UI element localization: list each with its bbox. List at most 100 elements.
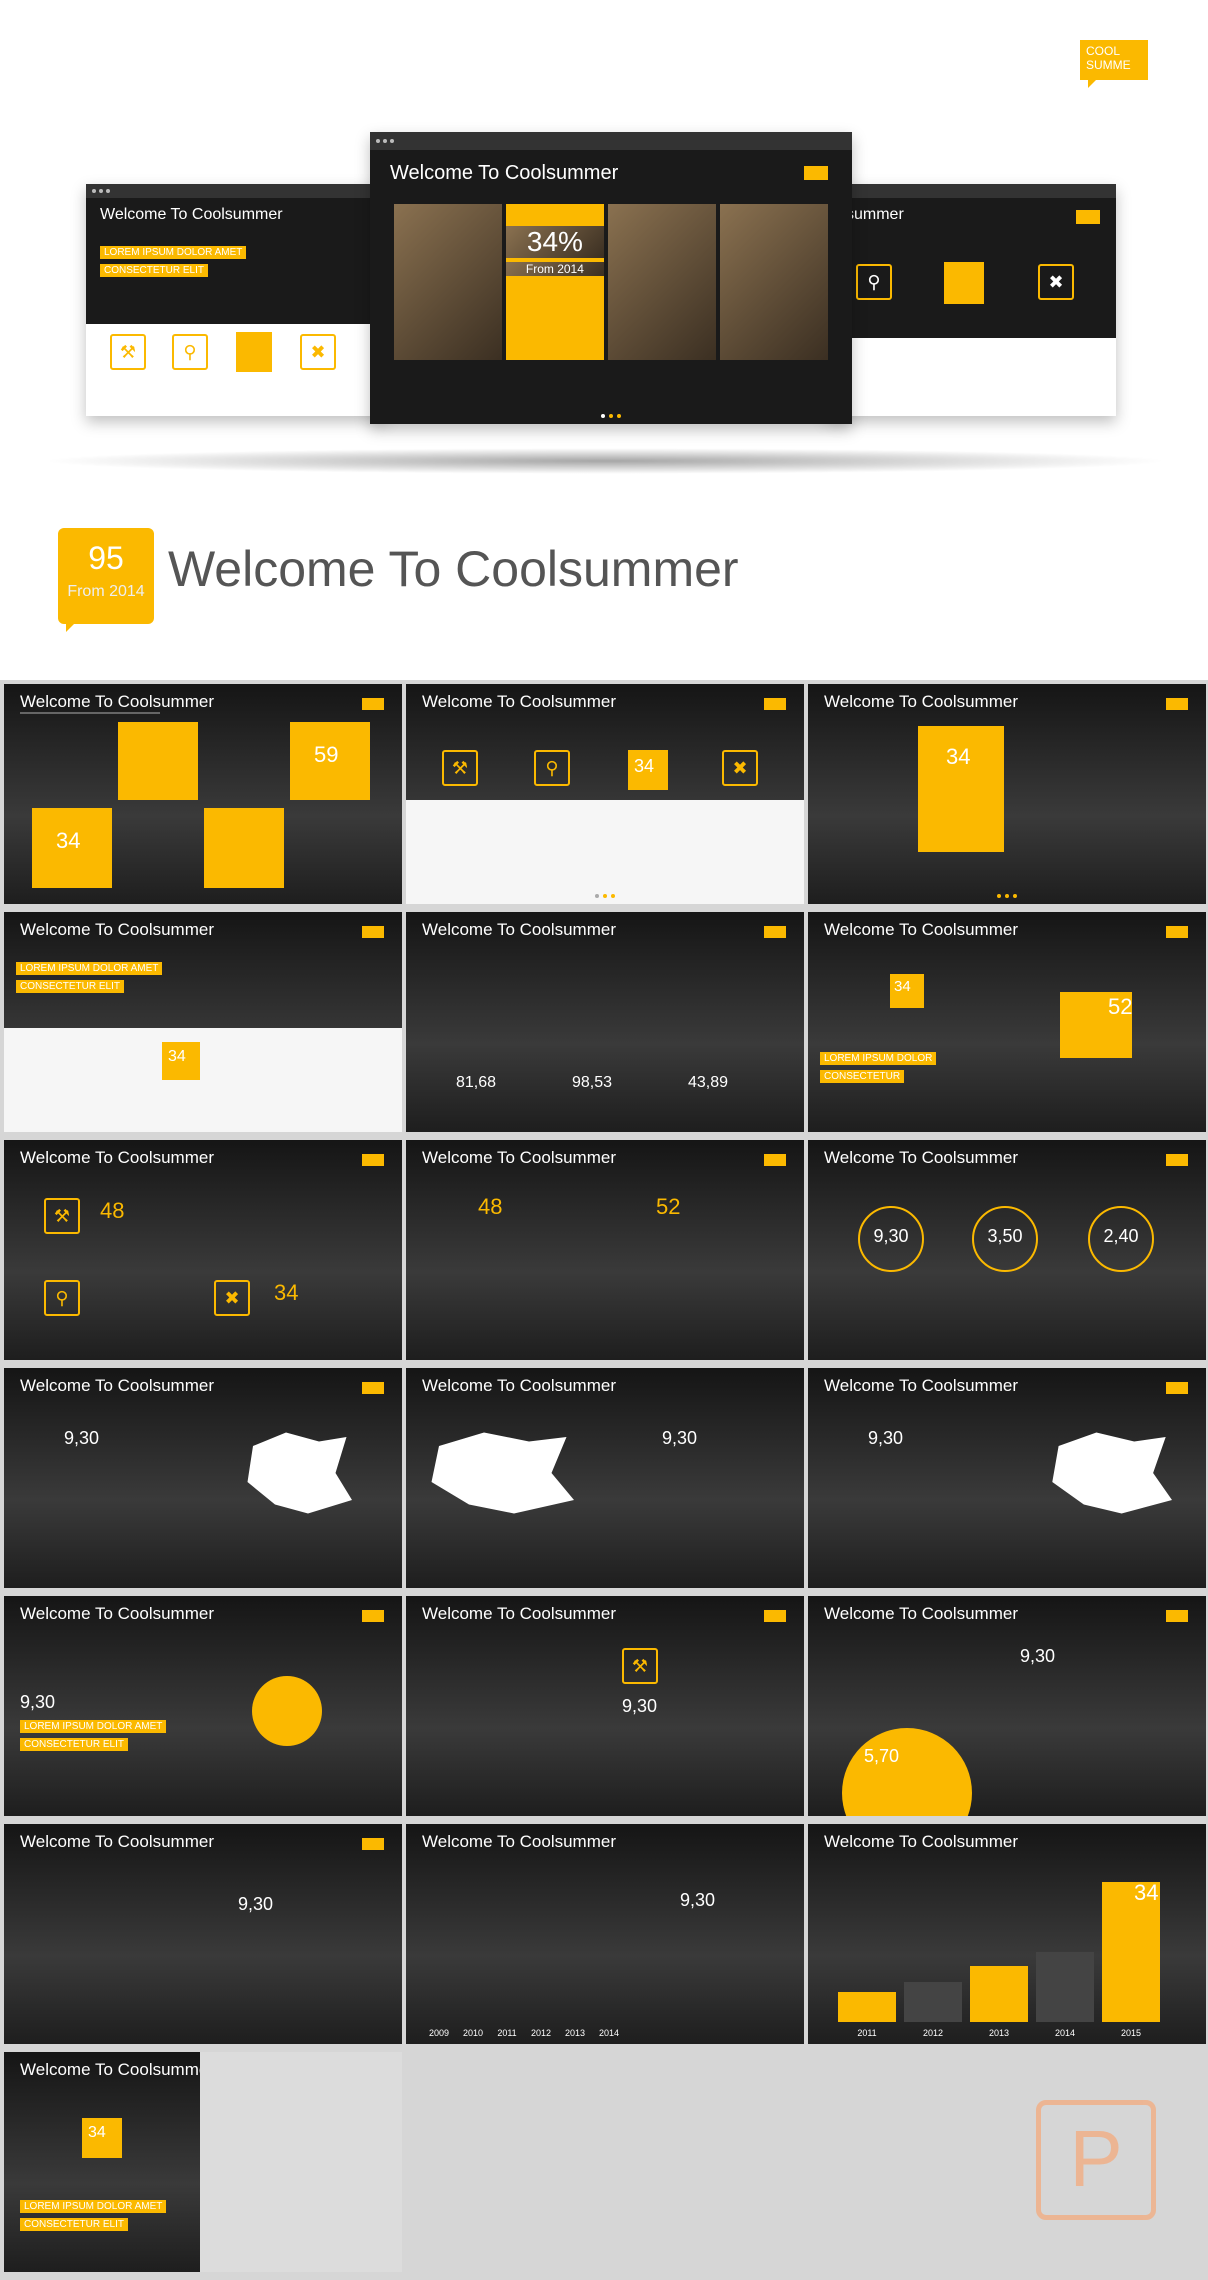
stat-value: 34% (506, 226, 604, 258)
slide-tag (362, 1154, 384, 1166)
carousel-dots[interactable] (997, 894, 1017, 898)
year-label: 2012 (922, 2028, 944, 2038)
slide-tag (362, 1838, 384, 1850)
year-label: 2011 (857, 2028, 877, 2038)
stat-value: 34 (274, 1280, 299, 1305)
stat-value: 9,30 (662, 1428, 698, 1448)
stat-value: 9,30 (1020, 1646, 1056, 1666)
slide-3[interactable]: Welcome To Coolsummer 34 (808, 684, 1206, 904)
slide-9[interactable]: Welcome To Coolsummer 9,30 3,50 2,40 (808, 1140, 1206, 1360)
slide-label: CONSECTETUR ELIT (16, 980, 125, 993)
wrench-icon: ⚒ (110, 334, 146, 370)
slide-2[interactable]: Welcome To Coolsummer ⚒ ⚲ 34 ✖ (406, 684, 804, 904)
slide-12[interactable]: Welcome To Coolsummer 9,30 (808, 1368, 1206, 1588)
year-axis: 2011 2012 2013 2014 2015 (838, 2028, 1160, 2038)
tile-basket (204, 808, 284, 888)
slide-1[interactable]: Welcome To Coolsummer 59 34 (4, 684, 402, 904)
slide-6[interactable]: Welcome To Coolsummer 34 LOREM IPSUM DOL… (808, 912, 1206, 1132)
wrench-icon: ⚒ (442, 750, 478, 786)
carousel-dots[interactable] (601, 414, 621, 418)
slide-title: Welcome To Coolsummer (422, 920, 616, 939)
slide-13[interactable]: Welcome To Coolsummer 9,30 LOREM IPSUM D… (4, 1596, 402, 1816)
slide-tag (764, 1610, 786, 1622)
slide-11[interactable]: Welcome To Coolsummer 9,30 (406, 1368, 804, 1588)
slide-title: Welcome To Coolsummer (824, 920, 1018, 939)
tools-icon: ✖ (300, 334, 336, 370)
stat-value: 9,30 (238, 1894, 274, 1914)
score-badge: 95 From 2014 (58, 528, 154, 632)
photo-magazines (607, 204, 716, 360)
tools-icon: ✖ (214, 1280, 250, 1316)
slide-5[interactable]: Welcome To Coolsummer 81,68 98,53 43,89 (406, 912, 804, 1132)
year-label: 2014 (598, 2028, 620, 2038)
mock-white-area: ⚒ ⚲ ✖ (86, 324, 386, 416)
slide-tag (1166, 1154, 1188, 1166)
slide-7[interactable]: Welcome To Coolsummer ⚒ 48 ⚲ ✖ 34 (4, 1140, 402, 1360)
slide-title: Welcome To Coolsummer (824, 1376, 1018, 1395)
slide-title: Welcome To Coolsummer (20, 1604, 214, 1623)
slide-title: Welcome To Coolsummer (20, 1148, 214, 1167)
slide-tag (1166, 926, 1188, 938)
photo-chairs (719, 204, 828, 360)
slide-label: LOREM IPSUM DOLOR AMET (20, 2200, 167, 2213)
slide-16[interactable]: Welcome To Coolsummer 9,30 (4, 1824, 402, 2044)
watermark-logo: P (1036, 2100, 1156, 2220)
street-map (200, 2052, 402, 2272)
mock-title: Welcome To Coolsummer (100, 206, 283, 223)
stat-value: 5,70 (864, 1746, 900, 1766)
slide-title: Welcome To Coolsummer (422, 1148, 616, 1167)
slide-tag (362, 1382, 384, 1394)
mock-tag (804, 166, 828, 180)
slide-tag (362, 698, 384, 710)
region-map (247, 1432, 352, 1514)
hero-section: COOL SUMME Welcome To Coolsummer LOREM I… (0, 0, 1208, 680)
slide-18[interactable]: Welcome To Coolsummer 34 2011 2012 2013 … (808, 1824, 1206, 2044)
tools-icon: ✖ (722, 750, 758, 786)
slide-tag (764, 698, 786, 710)
slide-subtitle (20, 712, 160, 714)
globe-node (252, 1676, 322, 1746)
tile-wrench (118, 722, 198, 800)
wrench-icon: ⚒ (44, 1198, 80, 1234)
year-label: 2012 (530, 2028, 552, 2038)
slide-label: LOREM IPSUM DOLOR (820, 1052, 937, 1065)
device-stat: 81,68 (456, 1074, 497, 1091)
slide-10[interactable]: Welcome To Coolsummer 9,30 (4, 1368, 402, 1588)
slide-tag (1166, 1382, 1188, 1394)
stat-value: 34 (946, 744, 971, 769)
stat-value: 52 (1108, 994, 1133, 1019)
page-title: Welcome To Coolsummer (168, 541, 739, 597)
white-panel (406, 800, 804, 904)
white-panel (4, 1028, 402, 1132)
slide-title: Welcome To Coolsummer (20, 2060, 214, 2079)
year-bars (838, 1882, 1160, 2022)
stat-circle-large (842, 1728, 972, 1816)
slide-19[interactable]: Welcome To Coolsummer 34 LOREM IPSUM DOL… (4, 2052, 402, 2272)
photo-notebook (394, 204, 503, 360)
year-label: 2009 (428, 2028, 450, 2038)
highlight-stat: 34% From 2014 (506, 204, 604, 360)
slide-8[interactable]: Welcome To Coolsummer 48 52 (406, 1140, 804, 1360)
slide-title: Welcome To Coolsummer (20, 920, 214, 939)
slide-17[interactable]: Welcome To Coolsummer 9,30 2009 2010 201… (406, 1824, 804, 2044)
slide-title: Welcome To Coolsummer (20, 1832, 214, 1851)
slide-15[interactable]: Welcome To Coolsummer 9,30 5,70 (808, 1596, 1206, 1816)
search-icon: ⚲ (534, 750, 570, 786)
stat-sub: From 2014 (506, 262, 604, 276)
floor-shadow (40, 448, 1170, 474)
stat-value: 34 (1134, 1880, 1159, 1905)
slide-tag (1166, 1610, 1188, 1622)
stat-value: 9,30 (20, 1692, 56, 1712)
slide-tag (764, 1154, 786, 1166)
score-value: 95 (88, 540, 124, 576)
slide-label: LOREM IPSUM DOLOR AMET (16, 962, 163, 975)
slide-label: LOREM IPSUM DOLOR AMET (20, 1720, 167, 1733)
slide-label: CONSECTETUR ELIT (20, 2218, 129, 2231)
carousel-dots[interactable] (595, 894, 615, 898)
stat-value: 34 (634, 756, 655, 776)
slide-14[interactable]: Welcome To Coolsummer ⚒ 9,30 (406, 1596, 804, 1816)
slide-tag (362, 926, 384, 938)
slide-4[interactable]: Welcome To Coolsummer LOREM IPSUM DOLOR … (4, 912, 402, 1132)
stat-circle: 2,40 (1088, 1206, 1154, 1272)
stat-value: 9,30 (622, 1696, 658, 1716)
